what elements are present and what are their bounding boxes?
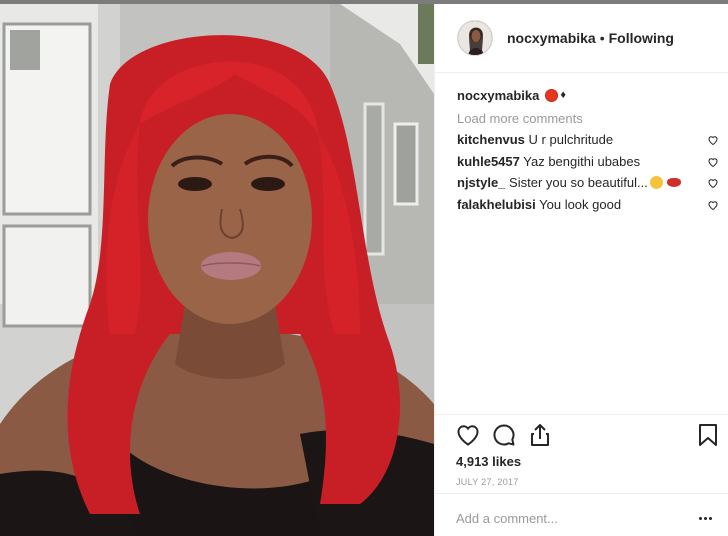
following-button[interactable]: Following [609,30,674,46]
likes-count[interactable]: 4,913 likes [456,454,521,469]
comment-username[interactable]: falakhelubisi [457,197,536,212]
kiss-lips-emoji [666,178,681,187]
comment-text: U r pulchritude [528,132,614,147]
post-header: nocxymabika • Following [435,4,728,73]
comment-row: njstyle_ Sister you so beautiful... [457,172,719,194]
comment-username[interactable]: njstyle_ [457,175,505,190]
post-username[interactable]: nocxymabika [507,30,596,46]
avatar[interactable] [457,20,493,56]
add-comment-input[interactable] [456,508,676,528]
comment-username[interactable]: kuhle5457 [457,154,520,169]
red-circle-emoji [545,88,559,102]
comment-row: kuhle5457 Yaz bengithi ubabes [457,151,719,173]
post-side-panel: nocxymabika • Following nocxymabika ♦ Load… [434,4,728,536]
load-more-comments[interactable]: Load more comments [457,109,719,129]
heart-icon[interactable] [707,177,719,189]
diamond-emoji: ♦ [560,89,566,101]
bookmark-icon[interactable] [695,422,721,448]
action-bar [455,422,717,448]
heart-icon[interactable] [707,156,719,168]
comment-row: falakhelubisi You look good [457,194,719,216]
avatar-image [458,21,492,55]
heart-icon[interactable] [707,134,719,146]
comment-row: kitchenvus U r pulchritude [457,129,719,151]
divider [435,414,728,415]
comment-text: Sister you so beautiful... [509,175,648,190]
share-icon[interactable] [527,422,553,448]
header-text: nocxymabika • Following [507,30,674,46]
heart-icon[interactable] [707,199,719,211]
heart-icon[interactable] [455,422,481,448]
post-date: JULY 27, 2017 [456,477,519,487]
caption: nocxymabika ♦ [457,84,719,106]
comments-section: nocxymabika ♦ Load more comments kitchen… [457,84,719,215]
smiling-face-emoji [649,176,663,189]
comment-text: Yaz bengithi ubabes [523,153,641,169]
comment-text: You look good [539,196,622,212]
divider [435,493,728,494]
comment-bubble-icon[interactable] [491,422,517,448]
comment-username[interactable]: kitchenvus [457,132,525,147]
post-photo[interactable] [0,4,434,536]
selfie-image [0,4,434,536]
caption-username[interactable]: nocxymabika [457,88,539,103]
separator-dot: • [599,30,605,46]
more-options-icon[interactable] [695,508,715,528]
